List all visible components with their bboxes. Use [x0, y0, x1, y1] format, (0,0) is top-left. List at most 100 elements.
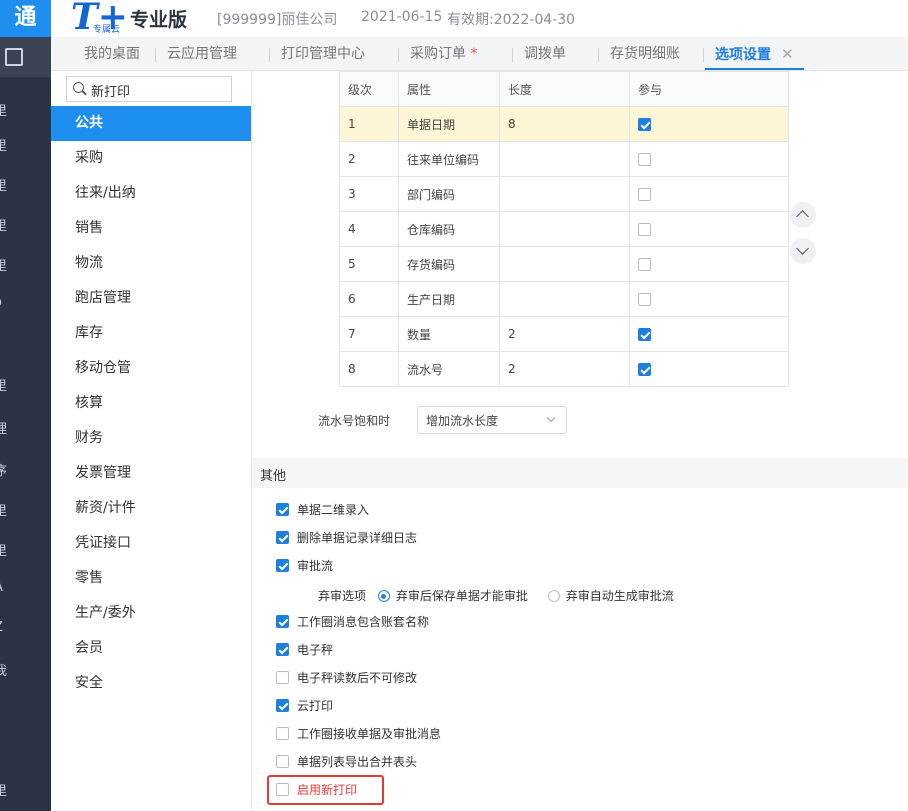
rail-item[interactable]: 里 [0, 215, 24, 234]
sidebar-item[interactable]: 生产/委外 [51, 596, 251, 631]
cell-length: 2 [499, 316, 630, 352]
rail-item[interactable]: 里 [0, 175, 24, 194]
participate-checkbox[interactable] [638, 363, 651, 376]
cell-attr: 存货编码 [398, 246, 500, 282]
participate-checkbox[interactable] [638, 258, 651, 271]
cell-participate [629, 316, 789, 352]
radio-reject-auto[interactable] [547, 590, 560, 602]
option-row[interactable]: 电子秤读数后不可修改 [276, 670, 417, 686]
sidebar-item[interactable]: 发票管理 [51, 456, 251, 491]
sidebar-item[interactable]: 零售 [51, 561, 251, 596]
option-row[interactable]: 审批流 [276, 558, 333, 574]
participate-checkbox[interactable] [638, 118, 651, 131]
sidebar-item[interactable]: 核算 [51, 386, 251, 421]
rail-item[interactable]: A [0, 580, 24, 595]
chevron-up-icon [796, 210, 809, 223]
cell-length [499, 141, 630, 177]
cell-attr: 数量 [398, 316, 500, 352]
cell-participate [629, 281, 789, 317]
option-row[interactable]: 工作圈消息包含账套名称 [276, 614, 429, 630]
rail-item[interactable]: 里 [0, 255, 24, 274]
participate-checkbox[interactable] [638, 328, 651, 341]
option-checkbox[interactable] [276, 643, 289, 656]
table-row[interactable]: 3 部门编码 [339, 176, 789, 212]
sidebar-item[interactable]: 移动仓管 [51, 351, 251, 386]
option-checkbox[interactable] [276, 615, 289, 628]
move-up-button[interactable] [790, 202, 816, 228]
option-row[interactable]: 单据二维录入 [276, 502, 369, 518]
tab-my-desktop[interactable]: 我的桌面 [84, 37, 140, 70]
search-icon [73, 82, 84, 93]
option-checkbox[interactable] [276, 503, 289, 516]
table-row[interactable]: 6 生产日期 [339, 281, 789, 317]
option-row[interactable]: 工作圈接收单据及审批消息 [276, 726, 441, 742]
participate-checkbox[interactable] [638, 188, 651, 201]
sidebar-item[interactable]: 安全 [51, 666, 251, 701]
cell-attr: 生产日期 [398, 281, 500, 317]
move-down-button[interactable] [790, 238, 816, 264]
rail-item[interactable]: Z [0, 620, 24, 635]
option-row[interactable]: 删除单据记录详细日志 [276, 530, 417, 546]
serial-overflow-label: 流水号饱和时 [318, 414, 391, 428]
sidebar-item[interactable]: 薪资/计件 [51, 491, 251, 526]
rail-item[interactable]: 里 [0, 135, 24, 154]
option-checkbox[interactable] [276, 531, 289, 544]
table-row[interactable]: 8 流水号 2 [339, 351, 789, 387]
option-row[interactable]: 电子秤 [276, 642, 333, 658]
cell-level: 1 [339, 106, 399, 142]
option-row[interactable]: 云打印 [276, 698, 333, 714]
rail-item[interactable]: 里 [0, 100, 24, 119]
rail-item[interactable]: 序 [0, 460, 24, 479]
sidebar-item[interactable]: 采购 [51, 141, 251, 176]
sidebar-item[interactable]: 凭证接口 [51, 526, 251, 561]
option-row[interactable]: 单据列表导出合并表头 [276, 754, 417, 770]
sidebar-item[interactable]: 会员 [51, 631, 251, 666]
sidebar-item[interactable]: 库存 [51, 316, 251, 351]
table-row[interactable]: 5 存货编码 [339, 246, 789, 282]
rail-item[interactable]: o [0, 295, 24, 310]
participate-checkbox[interactable] [638, 153, 651, 166]
table-row[interactable]: 7 数量 2 [339, 316, 789, 352]
sidebar-item[interactable]: 公共 [51, 106, 251, 141]
option-checkbox[interactable] [276, 671, 289, 684]
new-window-icon[interactable] [0, 37, 51, 77]
rail-item[interactable]: 理 [0, 418, 24, 437]
option-checkbox[interactable] [276, 699, 289, 712]
rail-item[interactable]: 里 [0, 540, 24, 559]
cell-length: 8 [499, 106, 630, 142]
close-icon[interactable]: ✕ [781, 45, 794, 63]
tab-cloud-app[interactable]: 云应用管理 [167, 37, 237, 70]
option-checkbox[interactable] [276, 755, 289, 768]
tab-inventory-detail[interactable]: 存货明细账 [610, 37, 680, 70]
table-row[interactable]: 1 单据日期 8 [339, 106, 789, 142]
tab-transfer[interactable]: 调拨单 [524, 37, 566, 70]
sidebar-item[interactable]: 跑店管理 [51, 281, 251, 316]
chevron-down-icon [546, 413, 556, 423]
table-row[interactable]: 2 往来单位编码 [339, 141, 789, 177]
participate-checkbox[interactable] [638, 223, 651, 236]
login-date: 2021-06-15 [361, 9, 443, 25]
participate-checkbox[interactable] [638, 293, 651, 306]
option-checkbox[interactable] [276, 559, 289, 572]
rail-item[interactable]: 里 [0, 780, 24, 799]
rail-item[interactable]: 里 [0, 500, 24, 519]
sidebar-item[interactable]: 财务 [51, 421, 251, 456]
tab-print-center[interactable]: 打印管理中心 [281, 37, 365, 70]
sidebar-item[interactable]: 往来/出纳 [51, 176, 251, 211]
focus-highlight-box [267, 775, 384, 805]
table-row[interactable]: 4 仓库编码 [339, 211, 789, 247]
tab-purchase-order[interactable]: 采购订单 * [410, 37, 477, 70]
radio-reject-save[interactable] [377, 590, 390, 602]
option-checkbox[interactable] [276, 727, 289, 740]
sidebar-item[interactable]: 销售 [51, 211, 251, 246]
sidebar-item[interactable]: 物流 [51, 246, 251, 281]
serial-overflow-select[interactable]: 增加流水长度 [417, 406, 567, 434]
header: T+ 专属云 专业版 [999999]丽佳公司 2021-06-15 有效期:2… [51, 0, 908, 38]
tab-options[interactable]: 选项设置 ✕ [705, 37, 804, 70]
rail-item[interactable]: 里 [0, 375, 24, 394]
cell-length: 2 [499, 351, 630, 387]
rail-item[interactable]: 我 [0, 660, 24, 679]
option-label: 删除单据记录详细日志 [297, 531, 418, 545]
search-input[interactable]: 新打印 [66, 76, 232, 102]
cell-level: 4 [339, 211, 399, 247]
